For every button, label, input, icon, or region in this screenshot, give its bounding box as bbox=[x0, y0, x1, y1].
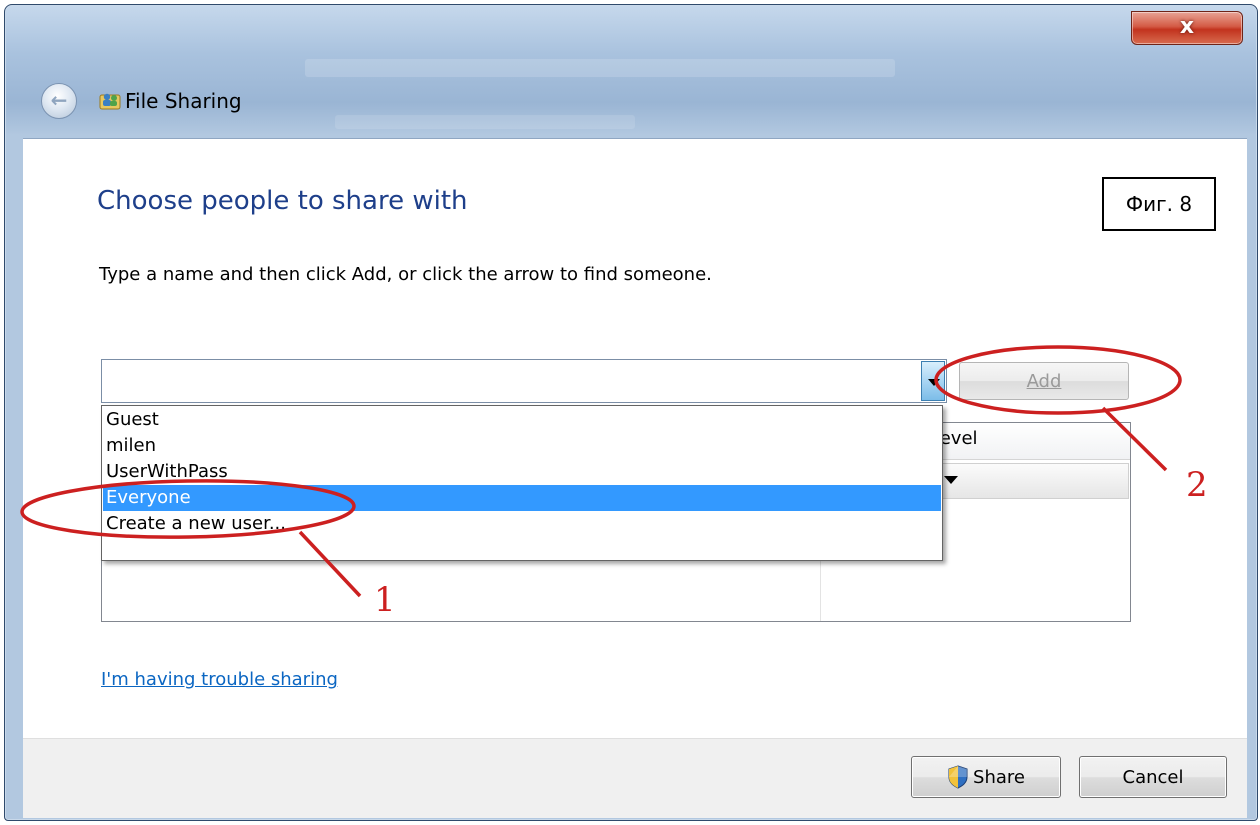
dropdown-item-guest[interactable]: Guest bbox=[103, 407, 941, 433]
back-button[interactable]: ← bbox=[41, 83, 77, 119]
close-icon: x bbox=[1179, 14, 1195, 39]
dropdown-arrow-button[interactable] bbox=[921, 361, 945, 401]
dialog-window: x ← File Sharing Choose people to share … bbox=[4, 4, 1258, 821]
cancel-button[interactable]: Cancel bbox=[1079, 756, 1227, 798]
sharing-app-icon bbox=[99, 93, 121, 110]
user-dropdown-list[interactable]: Guest milen UserWithPass Everyone Create… bbox=[101, 405, 943, 561]
dropdown-item-create-new-user[interactable]: Create a new user... bbox=[103, 511, 941, 537]
back-arrow-icon: ← bbox=[50, 88, 68, 112]
close-button[interactable]: x bbox=[1131, 11, 1243, 45]
name-input[interactable] bbox=[104, 362, 918, 402]
page-title: Choose people to share with bbox=[97, 186, 468, 216]
dropdown-item-milen[interactable]: milen bbox=[103, 433, 941, 459]
cancel-button-label: Cancel bbox=[1122, 766, 1184, 788]
name-combo-box[interactable] bbox=[101, 359, 947, 403]
figure-label: Фиг. 8 bbox=[1102, 177, 1216, 231]
background-window-ghost bbox=[305, 59, 895, 77]
share-button-label: Share bbox=[973, 766, 1025, 788]
dropdown-arrow-icon bbox=[928, 379, 940, 386]
dropdown-item-userwithpass[interactable]: UserWithPass bbox=[103, 459, 941, 485]
dialog-footer: Share Cancel bbox=[23, 738, 1247, 818]
instruction-text: Type a name and then click Add, or click… bbox=[99, 264, 712, 285]
trouble-sharing-link[interactable]: I'm having trouble sharing bbox=[101, 669, 338, 690]
window-title: File Sharing bbox=[125, 89, 242, 113]
annotation-label-1: 1 bbox=[374, 580, 396, 620]
content-panel: Choose people to share with Фиг. 8 Type … bbox=[23, 138, 1247, 739]
add-button[interactable]: Add bbox=[959, 362, 1129, 400]
shield-icon bbox=[948, 765, 968, 789]
background-window-ghost-2 bbox=[335, 115, 635, 129]
annotation-label-2: 2 bbox=[1186, 465, 1208, 505]
add-button-label: Add bbox=[1026, 370, 1062, 392]
chevron-down-icon bbox=[944, 476, 958, 484]
dropdown-item-everyone[interactable]: Everyone bbox=[103, 485, 941, 511]
share-button[interactable]: Share bbox=[911, 756, 1061, 798]
